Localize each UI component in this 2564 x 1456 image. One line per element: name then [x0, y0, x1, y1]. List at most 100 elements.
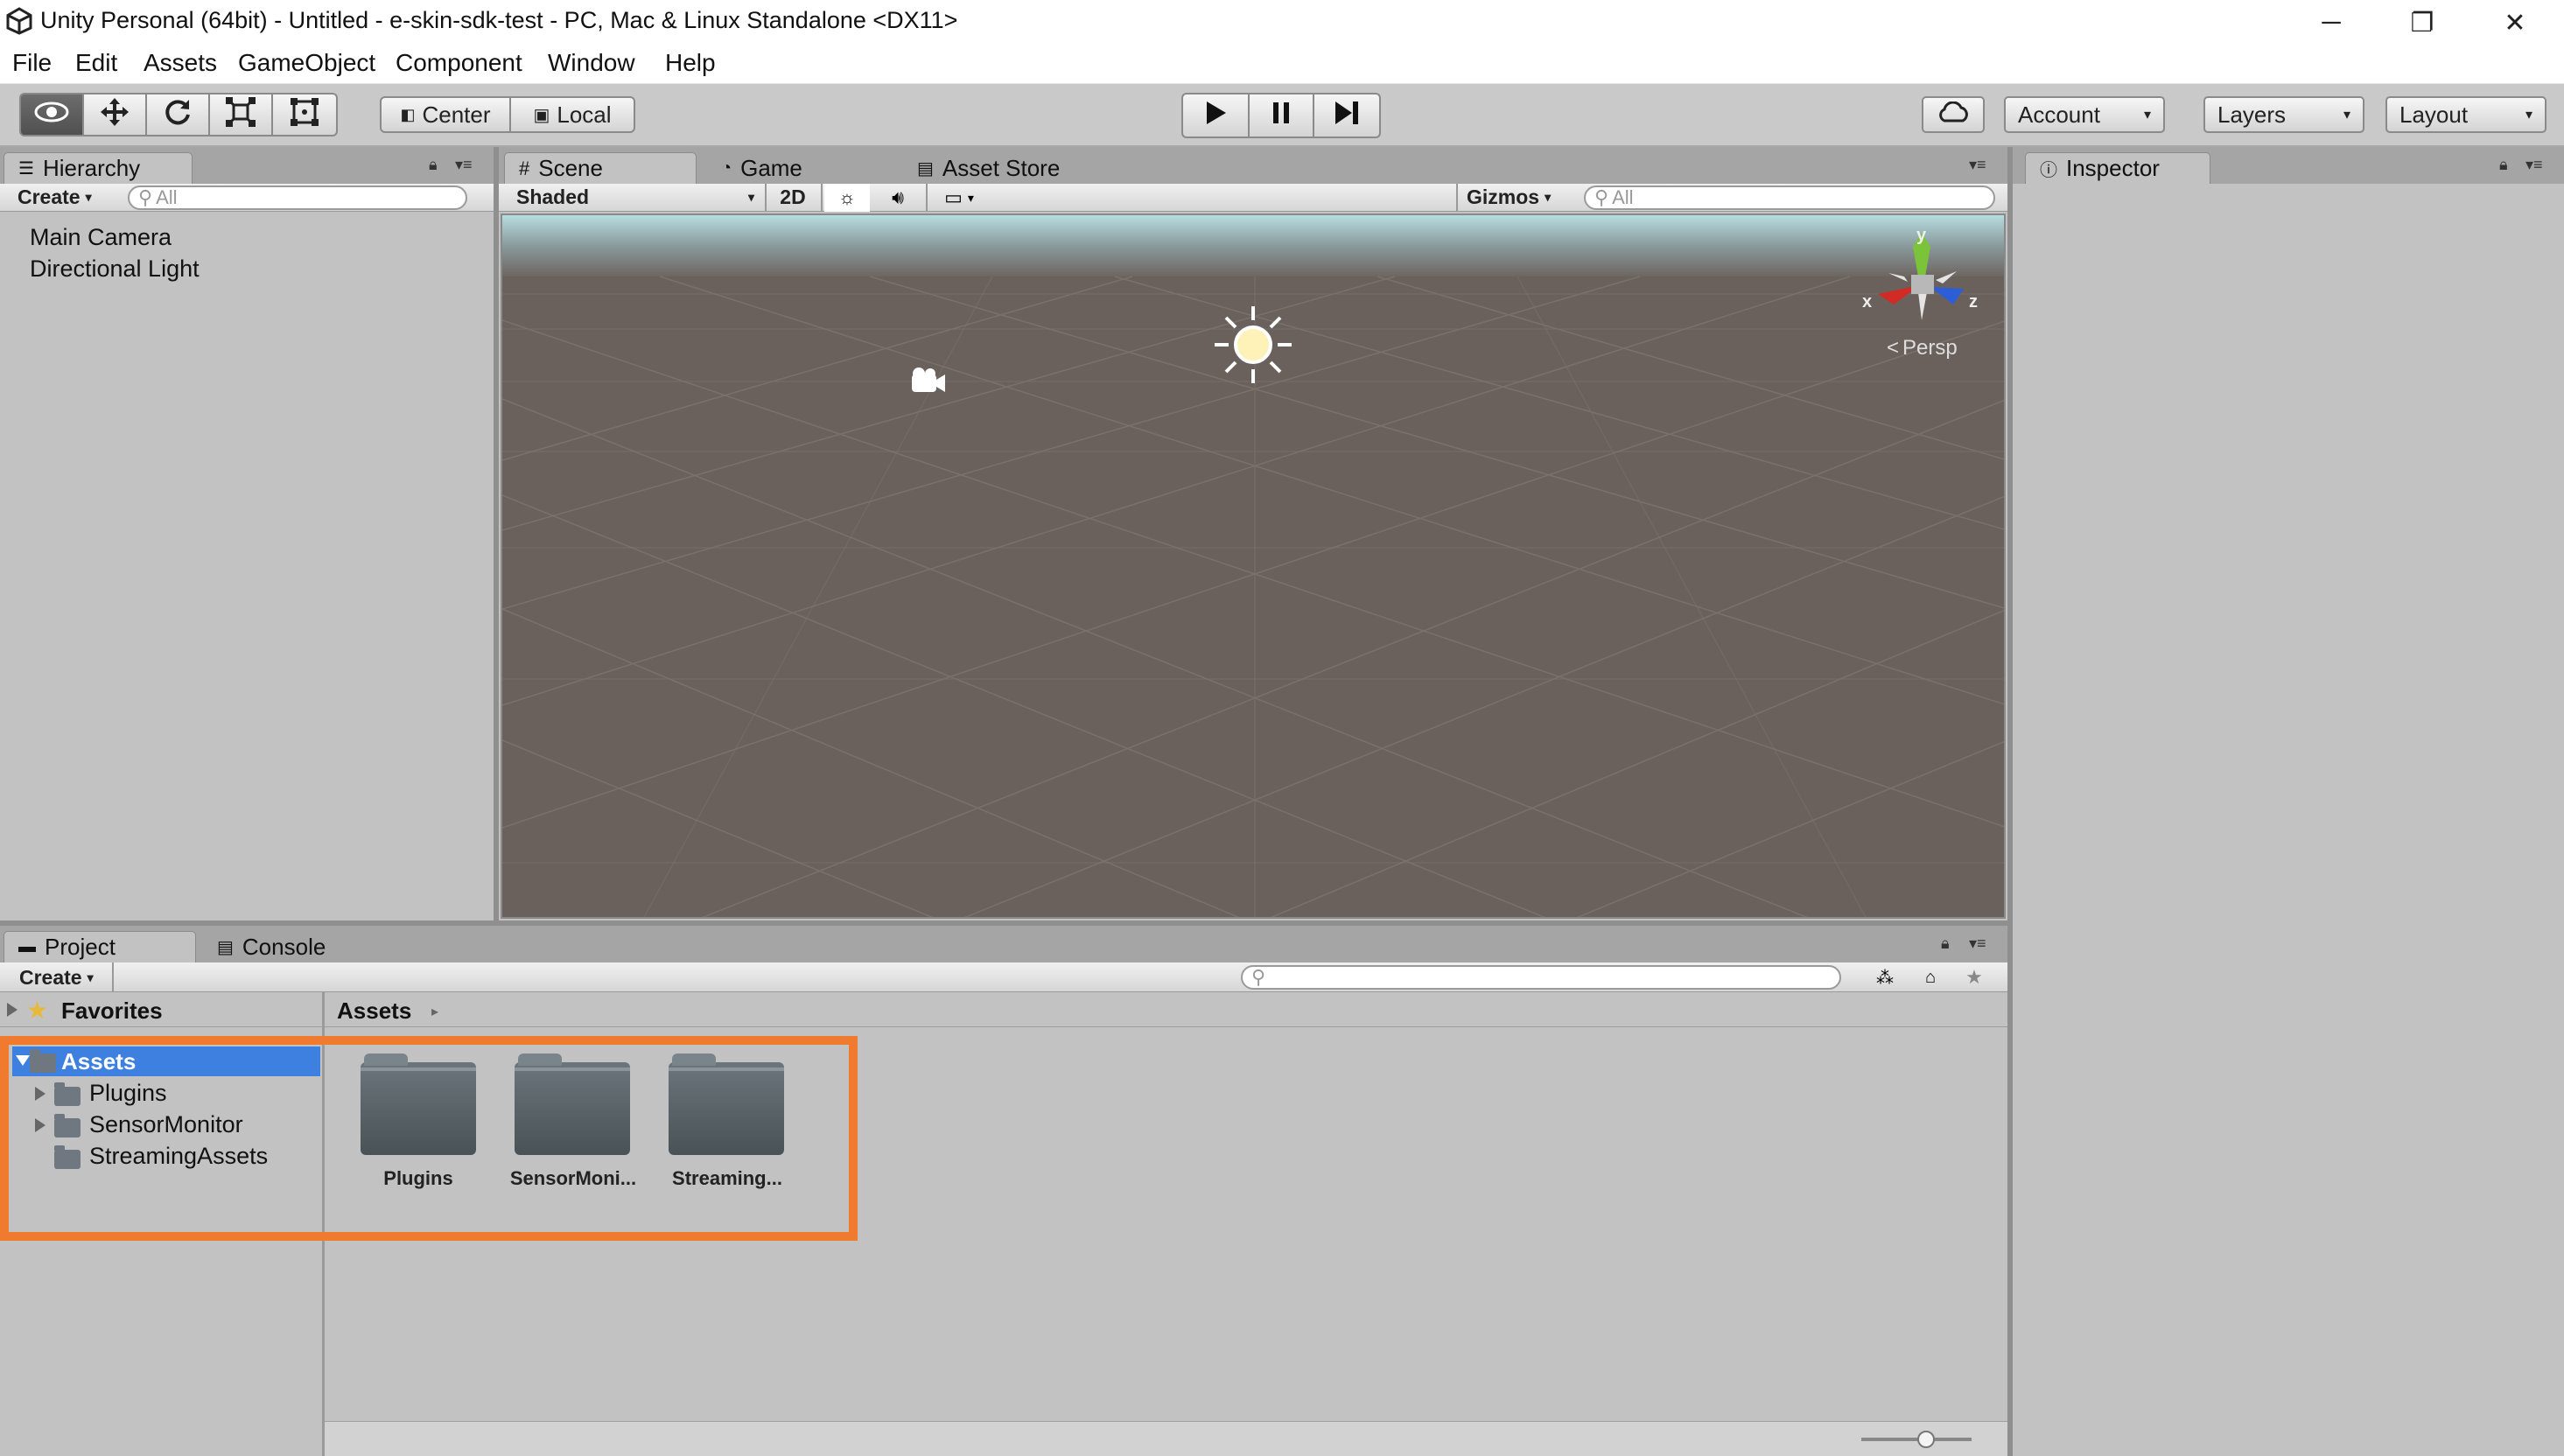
gizmos-label: Gizmos: [1467, 186, 1540, 208]
rotate-icon: [163, 97, 193, 133]
hierarchy-item-main-camera[interactable]: Main Camera: [30, 224, 172, 251]
panel-menu-icon[interactable]: ▾≡: [1969, 156, 1986, 174]
chevron-down-icon: ▾: [967, 190, 974, 205]
rotate-tool-button[interactable]: [145, 93, 210, 136]
close-button[interactable]: ✕: [2471, 0, 2559, 46]
panel-menu-icon[interactable]: ▾≡: [1969, 934, 1986, 953]
orientation-gizmo[interactable]: y x z < Persp: [1859, 224, 1999, 382]
breadcrumb-arrow-icon: ▸: [431, 1004, 439, 1019]
create-label: Create: [19, 966, 82, 989]
scene-panel: # Scene ◔ Game ▤ Asset Store ▾≡ Shaded ▾…: [499, 147, 2007, 920]
menu-assets[interactable]: Assets: [144, 49, 217, 77]
gizmos-dropdown[interactable]: Gizmos ▾: [1467, 186, 1551, 209]
scene-search-input[interactable]: ⚲ All: [1584, 186, 1995, 210]
space-toggle-button[interactable]: ▣ Local: [509, 96, 635, 133]
move-tool-button[interactable]: [82, 93, 147, 136]
layers-dropdown[interactable]: Layers ▾: [2203, 96, 2364, 133]
lock-icon[interactable]: 🔒︎: [1941, 934, 1950, 953]
star-icon: ★: [1965, 966, 1983, 988]
inspector-panel: ⓘ Inspector 🔒︎ ▾≡: [2013, 147, 2564, 1456]
play-button[interactable]: [1181, 93, 1250, 138]
chevron-down-icon: ▾: [2143, 108, 2151, 122]
tab-scene[interactable]: # Scene: [504, 152, 697, 184]
projection-toggle[interactable]: < Persp: [1887, 336, 1958, 360]
search-placeholder: All: [1612, 186, 1634, 208]
breadcrumb-assets[interactable]: Assets: [337, 998, 411, 1025]
pivot-label: Center: [422, 101, 491, 128]
directional-light-gizmo-icon[interactable]: [1209, 301, 1297, 393]
pivot-toggle-button[interactable]: ◧ Center: [380, 96, 511, 133]
chevron-down-icon: ▾: [747, 190, 754, 204]
tag-icon: ⌂: [1924, 967, 1937, 987]
menu-gameobject[interactable]: GameObject: [238, 49, 375, 77]
search-placeholder: All: [156, 186, 178, 208]
hierarchy-search-input[interactable]: ⚲ All: [128, 186, 467, 210]
scene-lighting-toggle[interactable]: ☼: [824, 184, 870, 212]
game-tab-label: Game: [740, 154, 802, 181]
layout-dropdown[interactable]: Layout ▾: [2385, 96, 2546, 133]
search-by-type-button[interactable]: ⁂: [1867, 964, 1902, 990]
tab-project[interactable]: ▬ Project: [4, 931, 196, 962]
title-bar: Unity Personal (64bit) - Untitled - e-sk…: [0, 0, 2564, 46]
axis-y-label: y: [1916, 226, 1927, 245]
scene-tab-label: Scene: [538, 155, 603, 181]
divider: [765, 184, 767, 212]
search-by-label-button[interactable]: ⌂: [1913, 964, 1948, 990]
lock-icon[interactable]: 🔒︎: [429, 156, 438, 174]
main-toolbar: ◧ Center ▣ Local Account ▾ Layers ▾ Layo…: [0, 84, 2564, 147]
menu-bar: File Edit Assets GameObject Component Wi…: [0, 46, 2564, 84]
menu-edit[interactable]: Edit: [75, 49, 117, 77]
search-icon: ⚲: [138, 186, 153, 208]
project-tab-label: Project: [45, 934, 116, 960]
camera-gizmo-icon[interactable]: [907, 366, 949, 402]
tab-inspector[interactable]: ⓘ Inspector: [2025, 152, 2210, 184]
collapse-arrow-icon[interactable]: [7, 1003, 18, 1017]
minimize-button[interactable]: ─: [2287, 0, 2375, 46]
account-dropdown[interactable]: Account ▾: [2004, 96, 2165, 133]
eye-icon: [34, 101, 69, 130]
menu-window[interactable]: Window: [548, 49, 635, 77]
panel-menu-icon[interactable]: ▾≡: [2525, 156, 2543, 174]
folder-icon: ▬: [18, 937, 36, 956]
panel-menu-icon[interactable]: ▾≡: [455, 156, 473, 174]
lock-icon[interactable]: 🔒︎: [2499, 156, 2508, 174]
tab-asset-store[interactable]: ▤ Asset Store: [903, 152, 1060, 184]
toggle-2d-button[interactable]: 2D: [768, 186, 817, 209]
persp-label: Persp: [1902, 336, 1958, 360]
divider: [1456, 184, 1458, 212]
hierarchy-item-directional-light[interactable]: Directional Light: [30, 256, 200, 283]
asset-store-tab-label: Asset Store: [942, 154, 1061, 181]
menu-help[interactable]: Help: [665, 49, 716, 77]
favorites-row[interactable]: ★ Favorites: [0, 992, 322, 1027]
save-search-button[interactable]: ★: [1957, 964, 1992, 990]
rect-tool-button[interactable]: [271, 93, 338, 136]
pause-button[interactable]: [1248, 93, 1314, 138]
scene-audio-toggle[interactable]: 🔊︎: [875, 184, 921, 212]
menu-file[interactable]: File: [12, 49, 52, 77]
search-icon: ⚲: [1251, 966, 1266, 988]
hierarchy-create-button[interactable]: Create ▾: [18, 186, 92, 209]
hierarchy-subbar: Create ▾ ⚲ All: [0, 184, 494, 212]
zoom-slider-handle[interactable]: [1917, 1431, 1935, 1448]
view-tool-button[interactable]: [19, 93, 84, 136]
step-button[interactable]: [1313, 93, 1381, 138]
scene-effects-dropdown[interactable]: ▭ ▾: [933, 184, 985, 212]
zoom-slider-track[interactable]: [1861, 1438, 1972, 1441]
scale-tool-button[interactable]: [208, 93, 273, 136]
draw-mode-label: Shaded: [516, 186, 590, 208]
menu-component[interactable]: Component: [396, 49, 522, 77]
scene-viewport[interactable]: y x z < Persp: [501, 214, 2006, 919]
project-search-input[interactable]: ⚲: [1241, 965, 1841, 990]
project-create-button[interactable]: Create ▾: [19, 966, 94, 990]
create-label: Create: [18, 186, 81, 208]
tab-game[interactable]: ◔ Game: [707, 152, 802, 184]
cloud-button[interactable]: [1922, 96, 1985, 133]
tab-console[interactable]: ▤ Console: [203, 931, 326, 962]
restore-button[interactable]: ❐: [2378, 0, 2466, 46]
search-icon: ⚲: [1594, 186, 1609, 208]
project-subbar: Create ▾ ⚲ ⁂ ⌂ ★: [0, 962, 2007, 992]
pause-icon: [1271, 101, 1292, 131]
tab-hierarchy[interactable]: ☰ Hierarchy: [4, 152, 193, 184]
chevron-down-icon: ▾: [87, 970, 94, 984]
draw-mode-dropdown[interactable]: Shaded ▾: [516, 186, 754, 209]
